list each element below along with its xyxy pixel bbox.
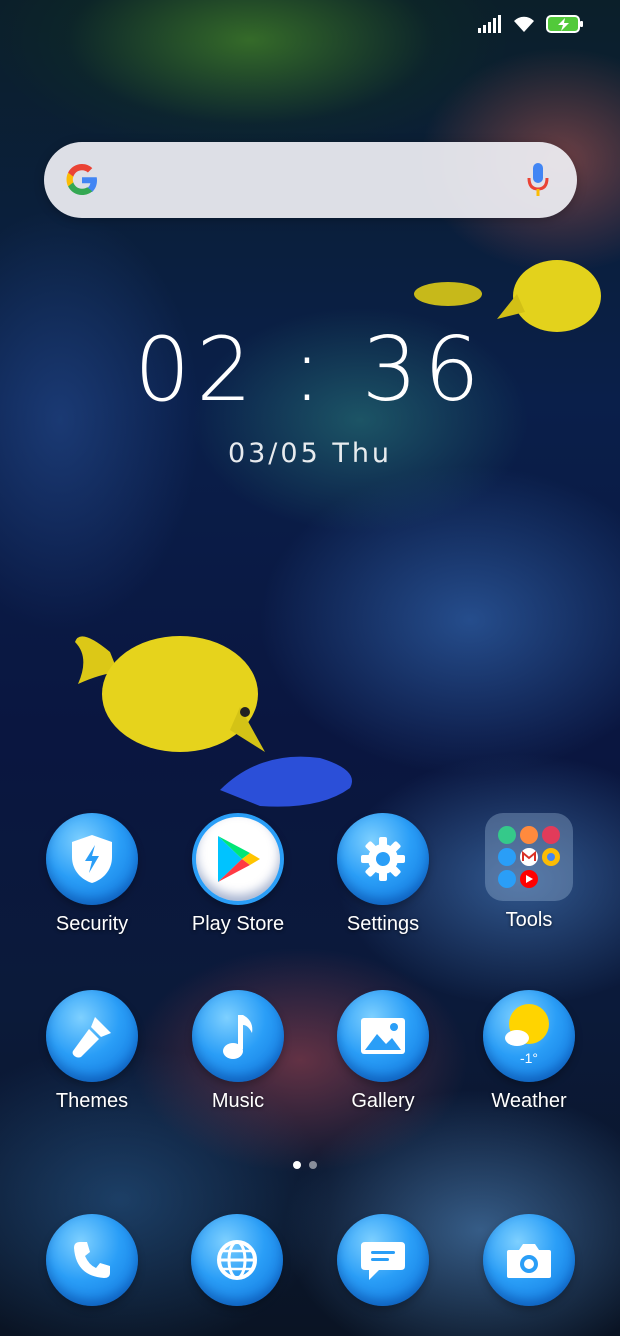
dock-camera[interactable] <box>483 1214 575 1306</box>
play-store-icon <box>192 813 284 905</box>
mic-icon[interactable] <box>527 162 549 198</box>
music-note-icon <box>192 990 284 1082</box>
dock-phone[interactable] <box>46 1214 138 1306</box>
clock-date[interactable]: 03/05 Thu <box>0 438 620 469</box>
dock-browser[interactable] <box>191 1214 283 1306</box>
gear-icon <box>337 813 429 905</box>
wifi-icon <box>514 16 534 32</box>
google-icon <box>66 164 97 195</box>
app-themes[interactable]: Themes <box>19 990 165 1113</box>
yellow-fish-far <box>414 282 482 306</box>
page-dot[interactable] <box>309 1161 317 1169</box>
app-label: Security <box>55 913 129 935</box>
page-indicator[interactable] <box>293 1161 317 1169</box>
weather-temp: -1° <box>519 1050 539 1066</box>
app-label: Weather <box>491 1090 567 1112</box>
shield-bolt-icon <box>46 813 138 905</box>
app-label: Tools <box>505 909 553 931</box>
weather-icon: -1° <box>483 990 575 1082</box>
folder-icon <box>485 813 573 901</box>
app-play-store[interactable]: Play Store <box>165 813 311 936</box>
camera-icon <box>483 1214 575 1306</box>
clock-time[interactable]: 02 : 36 <box>0 318 620 421</box>
image-icon <box>337 990 429 1082</box>
phone-icon <box>46 1214 138 1306</box>
app-security[interactable]: Security <box>19 813 165 936</box>
message-icon <box>337 1214 429 1306</box>
paintbrush-icon <box>46 990 138 1082</box>
app-label: Music <box>211 1090 265 1112</box>
app-gallery[interactable]: Gallery <box>310 990 456 1113</box>
app-weather[interactable]: -1° Weather <box>456 990 602 1113</box>
app-label: Themes <box>55 1090 129 1112</box>
battery-charging-icon <box>546 15 583 33</box>
blue-fish <box>220 756 352 807</box>
google-search-bar[interactable] <box>44 142 577 218</box>
app-music[interactable]: Music <box>165 990 311 1113</box>
app-settings[interactable]: Settings <box>310 813 456 936</box>
dock-messages[interactable] <box>337 1214 429 1306</box>
globe-icon <box>191 1214 283 1306</box>
app-label: Settings <box>346 913 420 935</box>
status-bar <box>478 14 584 34</box>
app-label: Play Store <box>191 913 285 935</box>
signal-icon <box>478 15 501 33</box>
app-label: Gallery <box>351 1090 415 1112</box>
page-dot-active[interactable] <box>293 1161 301 1169</box>
folder-tools[interactable]: Tools <box>456 813 602 932</box>
